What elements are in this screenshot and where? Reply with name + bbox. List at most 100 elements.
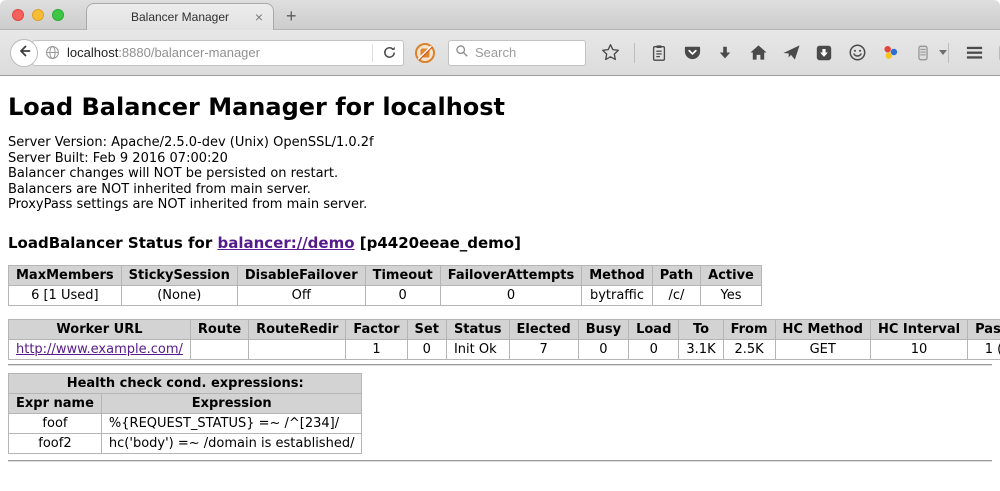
search-icon <box>455 43 469 62</box>
cell-routeredir <box>249 339 346 359</box>
window-controls <box>12 9 64 21</box>
column-header: Active <box>701 265 762 285</box>
home-icon[interactable] <box>748 43 768 63</box>
cell-elected: 7 <box>509 339 578 359</box>
site-identity-globe-icon[interactable] <box>45 45 60 60</box>
balancer-table: MaxMembers StickySession DisableFailover… <box>8 265 762 306</box>
page-title: Load Balancer Manager for localhost <box>8 93 992 121</box>
close-window-button[interactable] <box>12 9 24 21</box>
page-content: Load Balancer Manager for localhost Serv… <box>0 76 1000 490</box>
bookmark-star-icon[interactable] <box>600 43 620 63</box>
url-bar[interactable]: localhost:8880/balancer-manager <box>32 40 404 66</box>
cell-factor: 1 <box>346 339 407 359</box>
smiley-icon[interactable] <box>847 43 867 63</box>
cell-busy: 0 <box>578 339 628 359</box>
column-header: Load <box>629 319 679 339</box>
column-header: StickySession <box>121 265 237 285</box>
server-info: Server Version: Apache/2.5.0-dev (Unix) … <box>8 135 992 213</box>
column-header: Expr name <box>9 393 102 413</box>
toolbar-separator <box>634 43 635 63</box>
zoom-window-button[interactable] <box>52 9 64 21</box>
proxypass-note-line: ProxyPass settings are NOT inherited fro… <box>8 197 992 213</box>
browser-window: Balancer Manager × + localhost:8880/bala… <box>0 0 1000 491</box>
cell-route <box>190 339 248 359</box>
toolbar-right-group <box>947 43 1000 63</box>
column-header: Passes <box>968 319 1000 339</box>
search-input[interactable] <box>473 44 573 61</box>
cell-failoverattempts: 0 <box>440 285 582 305</box>
cell-expr-name: foof <box>9 413 102 433</box>
column-header: Elected <box>509 319 578 339</box>
column-header: Method <box>582 265 652 285</box>
cell-active: Yes <box>701 285 762 305</box>
column-header: Path <box>652 265 700 285</box>
cell-to: 3.1K <box>679 339 723 359</box>
column-header: Expression <box>101 393 362 413</box>
tab-close-icon[interactable]: × <box>255 8 263 26</box>
search-bar[interactable] <box>448 40 586 66</box>
flash-block-icon[interactable] <box>414 42 436 64</box>
table-row: http://www.example.com/ 1 0 Init Ok 7 0 … <box>9 339 1000 359</box>
column-header: MaxMembers <box>9 265 122 285</box>
worker-table: Worker URL Route RouteRedir Factor Set S… <box>8 319 1000 360</box>
divider <box>8 364 992 366</box>
reload-button[interactable] <box>375 45 403 60</box>
worker-url-link[interactable]: http://www.example.com/ <box>16 342 183 357</box>
back-button[interactable] <box>10 39 38 67</box>
status-heading-prefix: LoadBalancer Status for <box>8 234 217 252</box>
column-header: From <box>723 319 775 339</box>
dropdown-caret-icon[interactable] <box>939 50 947 55</box>
column-header: Status <box>446 319 509 339</box>
health-table-title: Health check cond. expressions: <box>9 373 362 393</box>
divider <box>8 460 992 462</box>
health-check-table: Health check cond. expressions: Expr nam… <box>8 373 362 454</box>
inherit-note-line: Balancers are NOT inherited from main se… <box>8 182 992 198</box>
toolbar-separator <box>948 43 949 63</box>
cell-from: 2.5K <box>723 339 775 359</box>
tab-title: Balancer Manager <box>131 10 229 24</box>
send-icon[interactable] <box>781 43 801 63</box>
titlebar: Balancer Manager × + <box>0 0 1000 30</box>
menu-icon[interactable] <box>964 43 984 63</box>
cell-expression: hc('body') =~ /domain is established/ <box>101 433 362 453</box>
table-row: foof2 hc('body') =~ /domain is establish… <box>9 433 362 453</box>
column-header: Route <box>190 319 248 339</box>
column-header: RouteRedir <box>249 319 346 339</box>
square-download-icon[interactable] <box>814 43 834 63</box>
battery-icon[interactable] <box>913 43 933 63</box>
cell-status: Init Ok <box>446 339 509 359</box>
download-icon[interactable] <box>715 43 735 63</box>
balancer-header-row: MaxMembers StickySession DisableFailover… <box>9 265 762 285</box>
balancer-link[interactable]: balancer://demo <box>217 234 354 252</box>
column-header: Busy <box>578 319 628 339</box>
reading-list-icon[interactable] <box>649 43 669 63</box>
column-header: HC Method <box>775 319 870 339</box>
table-row: 6 [1 Used] (None) Off 0 0 bytraffic /c/ … <box>9 285 762 305</box>
cell-set: 0 <box>407 339 446 359</box>
column-header: FailoverAttempts <box>440 265 582 285</box>
url-text[interactable]: localhost:8880/balancer-manager <box>67 45 370 60</box>
tab-balancer-manager[interactable]: Balancer Manager × <box>86 3 274 30</box>
cell-load: 0 <box>629 339 679 359</box>
minimize-window-button[interactable] <box>32 9 44 21</box>
cell-expr-name: foof2 <box>9 433 102 453</box>
cell-path: /c/ <box>652 285 700 305</box>
back-arrow-icon <box>16 43 32 63</box>
cell-timeout: 0 <box>365 285 440 305</box>
pocket-icon[interactable] <box>682 43 702 63</box>
colored-dots-icon[interactable] <box>880 43 900 63</box>
cell-disablefailover: Off <box>237 285 365 305</box>
column-header: Set <box>407 319 446 339</box>
new-tab-button[interactable]: + <box>286 6 297 27</box>
status-heading-suffix: [p4420eeae_demo] <box>355 234 521 252</box>
column-header: Worker URL <box>9 319 191 339</box>
health-title-row: Health check cond. expressions: <box>9 373 362 393</box>
cell-worker-url: http://www.example.com/ <box>9 339 191 359</box>
column-header: DisableFailover <box>237 265 365 285</box>
server-version-line: Server Version: Apache/2.5.0-dev (Unix) … <box>8 135 992 151</box>
navigation-toolbar: localhost:8880/balancer-manager <box>0 30 1000 76</box>
column-header: Timeout <box>365 265 440 285</box>
toolbar-icons <box>600 43 947 63</box>
column-header: HC Interval <box>870 319 967 339</box>
cell-hc-method: GET <box>775 339 870 359</box>
